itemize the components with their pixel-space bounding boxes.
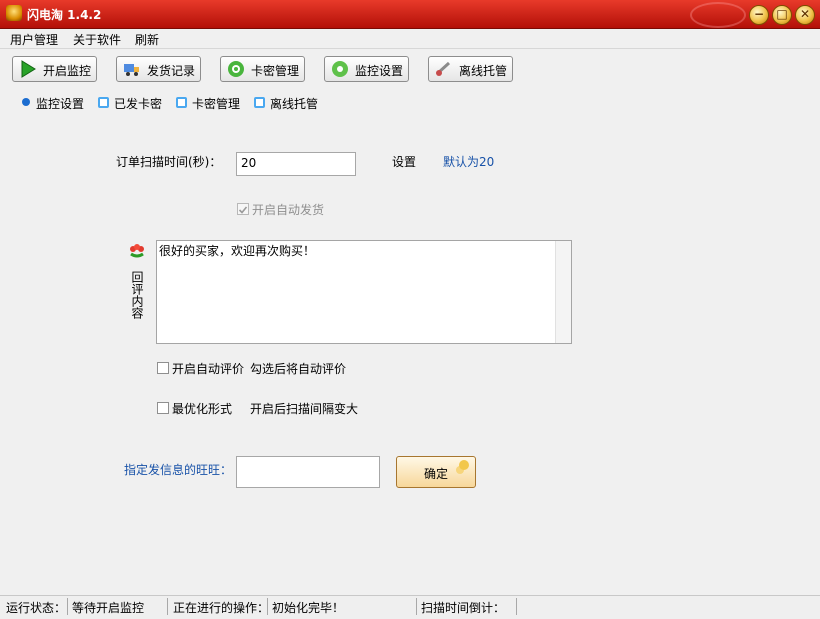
reply-text: 很好的买家，欢迎再次购买！: [159, 244, 316, 258]
start-monitor-button[interactable]: 开启监控: [12, 56, 97, 82]
play-icon: [21, 60, 36, 78]
confirm-button[interactable]: 确定: [396, 456, 476, 488]
bubble-decor-icon: [459, 460, 469, 470]
menu-user-management[interactable]: 用户管理: [10, 31, 58, 48]
app-logo-icon: [6, 5, 22, 21]
menu-refresh[interactable]: 刷新: [135, 31, 159, 48]
tab-offline-hosting[interactable]: 离线托管: [250, 92, 324, 112]
decorative-swirl: [690, 2, 746, 28]
maximize-button[interactable]: □: [772, 5, 792, 25]
confirm-button-label: 确定: [424, 467, 449, 481]
wangwang-label: 指定发信息的旺旺：: [124, 463, 233, 477]
auto-rate-hint: 勾选后将自动评价: [250, 362, 347, 376]
tab-issued-cards[interactable]: 已发卡密: [94, 92, 168, 112]
close-button[interactable]: ✕: [795, 5, 815, 25]
shipping-record-button[interactable]: 发货记录: [116, 56, 201, 82]
flower-icon: [130, 244, 144, 258]
set-button[interactable]: 设置: [392, 153, 416, 170]
status-divider: [416, 598, 417, 615]
auto-ship-checkbox[interactable]: [237, 203, 249, 215]
default-hint: 默认为20: [443, 155, 495, 169]
reply-side-label: 回评内容: [124, 240, 150, 344]
truck-icon: [124, 64, 139, 76]
card-management-button[interactable]: 卡密管理: [220, 56, 305, 82]
tab-monitor-settings[interactable]: 监控设置: [14, 92, 90, 112]
tab-inactive-icon: [176, 97, 187, 108]
window-title: 闪电淘 1.4.2: [27, 8, 102, 22]
status-divider: [516, 598, 517, 615]
status-state-value: 等待开启监控: [72, 601, 145, 615]
scan-time-label: 订单扫描时间(秒)：: [116, 155, 222, 169]
gear-icon: [228, 61, 244, 77]
status-state-label: 运行状态：: [6, 601, 67, 615]
wangwang-input[interactable]: [236, 456, 380, 488]
auto-rate-label: 开启自动评价: [172, 362, 245, 376]
settings-icon: [332, 61, 348, 77]
tab-card-management[interactable]: 卡密管理: [172, 92, 246, 112]
optimize-checkbox[interactable]: [157, 402, 169, 414]
reply-scrollbar[interactable]: [555, 241, 571, 343]
check-icon: [238, 206, 248, 214]
status-countdown-label: 扫描时间倒计：: [421, 601, 506, 615]
auto-rate-checkbox[interactable]: [157, 362, 169, 374]
minimize-button[interactable]: −: [749, 5, 769, 25]
status-operation-value: 初始化完毕！: [272, 601, 345, 615]
cloud-icon: [436, 61, 451, 76]
menu-bar: 用户管理 关于软件 刷新: [0, 29, 820, 49]
optimize-hint: 开启后扫描间隔变大: [250, 402, 359, 416]
status-divider: [67, 598, 68, 615]
status-divider: [167, 598, 168, 615]
scan-time-input[interactable]: 20: [236, 152, 356, 176]
tab-inactive-icon: [98, 97, 109, 108]
status-bar: 运行状态： 等待开启监控 正在进行的操作： 初始化完毕！ 扫描时间倒计：: [0, 595, 820, 619]
status-operation-label: 正在进行的操作：: [173, 601, 270, 615]
menu-about[interactable]: 关于软件: [73, 31, 121, 48]
reply-textarea[interactable]: 很好的买家，欢迎再次购买！: [156, 240, 572, 344]
status-divider: [267, 598, 268, 615]
offline-hosting-button[interactable]: 离线托管: [428, 56, 513, 82]
auto-ship-label: 开启自动发货: [252, 203, 325, 217]
monitor-settings-button[interactable]: 监控设置: [324, 56, 409, 82]
tab-inactive-icon: [254, 97, 265, 108]
optimize-label: 最优化形式: [172, 402, 233, 416]
title-bar[interactable]: 闪电淘 1.4.2 − □ ✕: [0, 0, 820, 29]
reply-title: 回评内容: [130, 271, 144, 319]
tab-active-dot-icon: [22, 98, 30, 106]
